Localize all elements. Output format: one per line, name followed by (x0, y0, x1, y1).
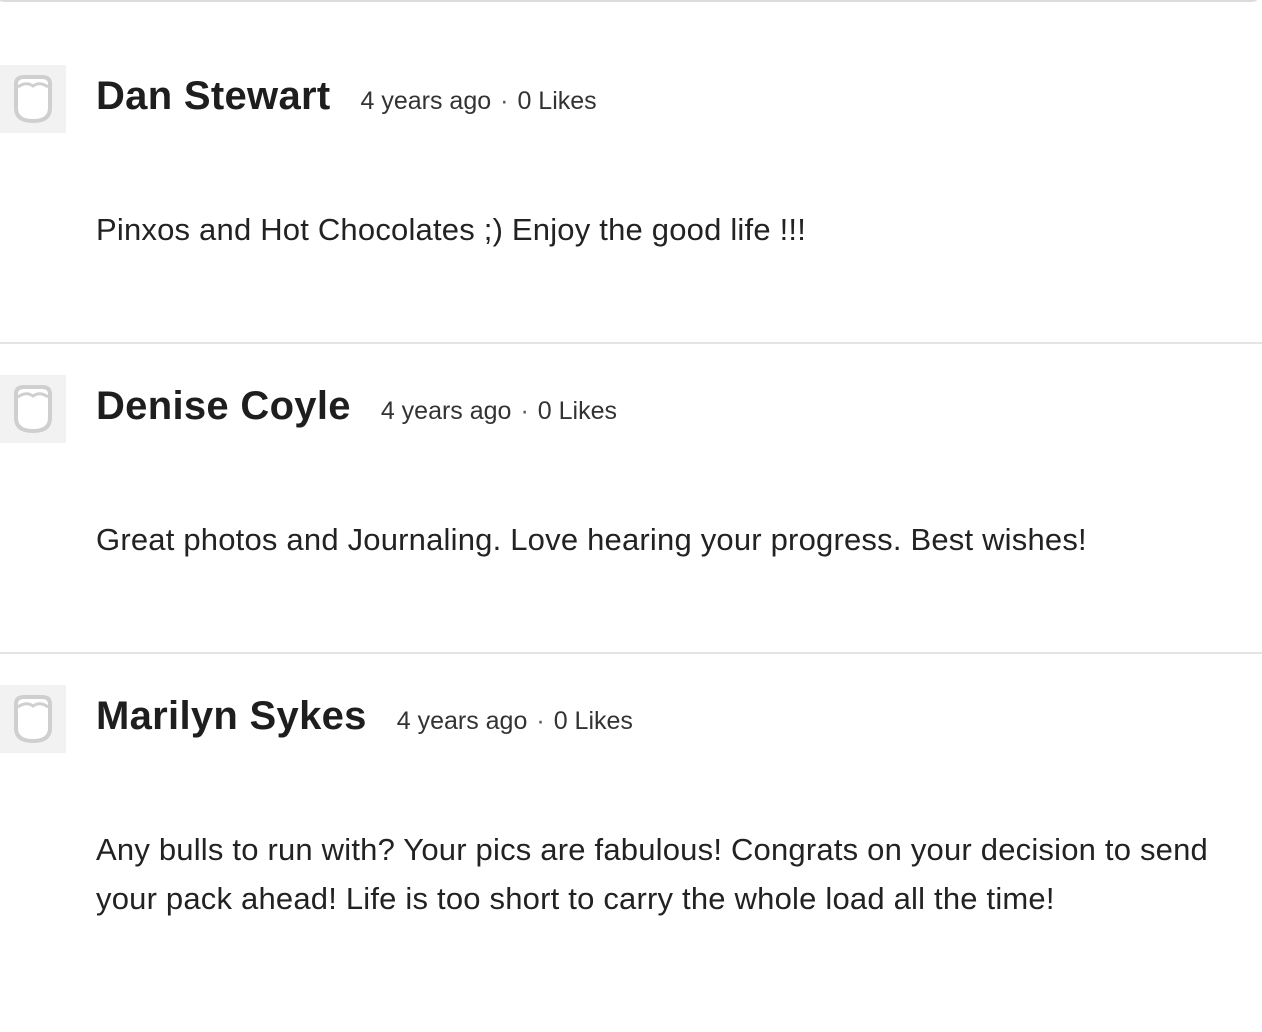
comment-author[interactable]: Dan Stewart (96, 74, 330, 119)
meta-separator: · (500, 87, 509, 115)
comment-author[interactable]: Denise Coyle (96, 384, 351, 429)
avatar[interactable] (0, 65, 66, 133)
avatar[interactable] (0, 685, 66, 753)
comment-meta: 4 years ago · 0 Likes (381, 397, 617, 426)
meta-separator: · (536, 707, 545, 735)
comment-likes[interactable]: 0 Likes (538, 397, 617, 426)
comment-likes[interactable]: 0 Likes (554, 707, 633, 736)
comment-author[interactable]: Marilyn Sykes (96, 694, 367, 739)
avatar[interactable] (0, 375, 66, 443)
default-avatar-icon (14, 695, 52, 744)
comment-text: Pinxos and Hot Chocolates ;) Enjoy the g… (96, 212, 807, 247)
comment-meta: 4 years ago · 0 Likes (397, 707, 633, 736)
default-avatar-icon (14, 75, 52, 124)
comment-timestamp: 4 years ago (396, 707, 528, 735)
comment-header: Denise Coyle 4 years ago · 0 Likes (96, 384, 617, 429)
comment-divider (0, 342, 1262, 344)
comment-header: Dan Stewart 4 years ago · 0 Likes (96, 74, 597, 119)
comment-meta: 4 years ago · 0 Likes (360, 87, 596, 116)
default-avatar-icon (14, 385, 52, 434)
comment-text: Great photos and Journaling. Love hearin… (96, 522, 1087, 557)
comment-timestamp: 4 years ago (360, 87, 492, 115)
comment-timestamp: 4 years ago (380, 397, 512, 425)
previous-card-edge (0, 0, 1260, 2)
meta-separator: · (520, 397, 529, 425)
comment-divider (0, 652, 1262, 654)
comment-likes[interactable]: 0 Likes (517, 87, 596, 116)
comment-header: Marilyn Sykes 4 years ago · 0 Likes (96, 694, 633, 739)
comment-text: Any bulls to run with? Your pics are fab… (96, 832, 1208, 916)
